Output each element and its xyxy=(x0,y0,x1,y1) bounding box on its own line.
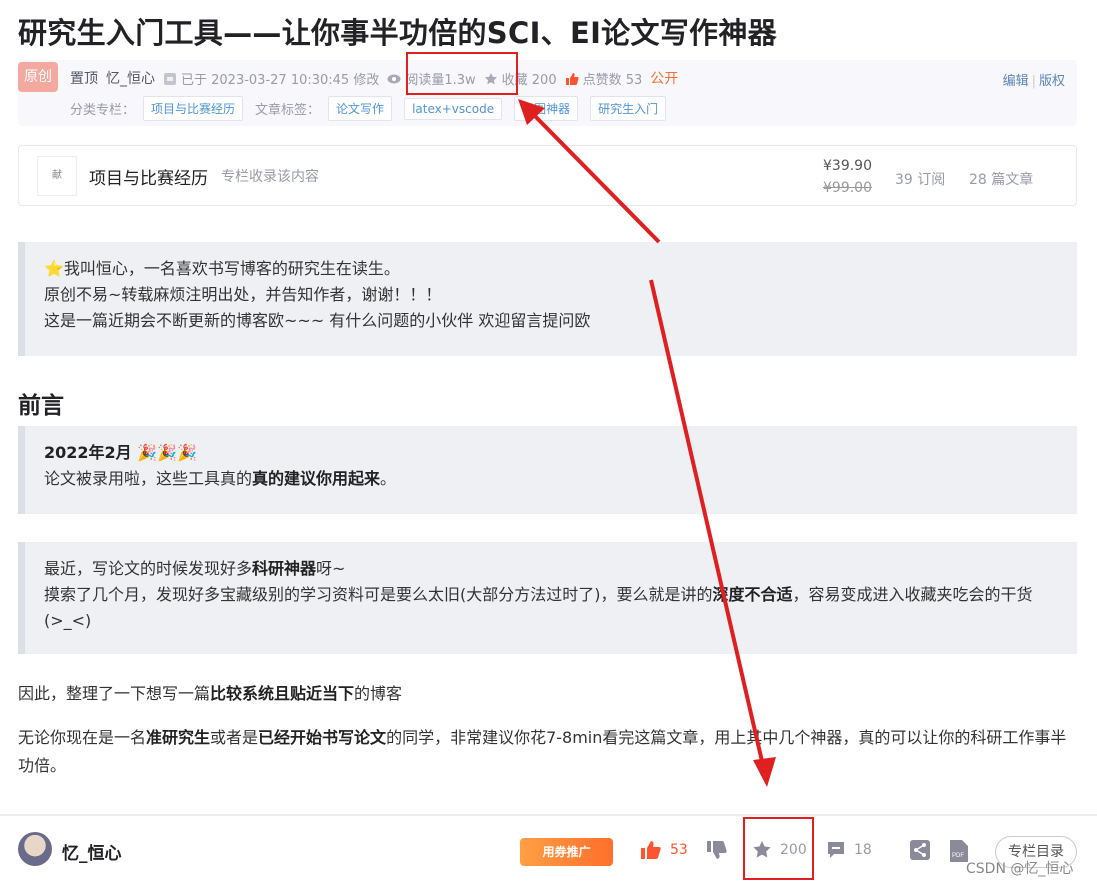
original-badge: 原创 xyxy=(18,62,58,92)
column-article-count: 28 篇文章 xyxy=(969,172,1034,188)
comment-button[interactable]: 18 xyxy=(826,840,872,860)
thumbs-up-icon xyxy=(641,841,661,859)
favorite-highlight xyxy=(743,817,814,880)
toolbar-author[interactable]: 忆_恒心 xyxy=(62,839,122,864)
promo-button[interactable]: 用券推广 xyxy=(520,838,613,866)
preface-heading: 前言 xyxy=(18,393,64,419)
column-subtitle: 专栏收录该内容 xyxy=(221,169,319,185)
like-button[interactable]: 53 xyxy=(640,840,688,860)
meta-tags-row: 分类专栏： 项目与比赛经历 文章标签： 论文写作 latex+vscode 画图… xyxy=(70,96,678,121)
edit-link[interactable]: 编辑 xyxy=(1003,74,1029,89)
accepted-quote: 2022年2月 🎉🎉🎉 论文被录用啦，这些工具真的真的建议你用起来。 xyxy=(18,426,1077,514)
svg-text:PDF: PDF xyxy=(952,853,964,859)
date-line: 2022年2月 🎉🎉🎉 xyxy=(44,443,198,462)
csdn-watermark: CSDN @忆_恒心 xyxy=(966,861,1074,877)
author-link[interactable]: 忆_恒心 xyxy=(106,68,155,88)
column-thumbnail: 献 xyxy=(37,156,77,196)
modified-info: 已于 2023-03-27 10:30:45 修改 xyxy=(163,69,379,88)
intro-line: 原创不易~转载麻烦注明出处，并告知作者，谢谢！！！ xyxy=(44,285,442,304)
recent-line: 最近，写论文的时候发现好多科研神器呀~ xyxy=(44,559,346,578)
tag-item[interactable]: 研究生入门 xyxy=(590,96,667,121)
paragraph-1: 因此，整理了一下想写一篇比较系统且贴近当下的博客 xyxy=(18,684,403,703)
column-old-price: ¥99.00 xyxy=(823,180,872,196)
read-count-highlight xyxy=(406,52,518,95)
article-meta-panel: 原创 置顶 忆_恒心 已于 2023-03-27 10:30:45 修改 阅读量… xyxy=(18,60,1077,126)
intro-line: ⭐我叫恒心，一名喜欢书写博客的研究生在读生。 xyxy=(44,259,400,278)
like-count: 53 xyxy=(670,842,688,858)
comment-icon xyxy=(828,842,844,858)
like-count[interactable]: 点赞数 53 xyxy=(565,69,642,88)
copyright-link[interactable]: 版权 xyxy=(1039,74,1065,89)
dislike-button[interactable] xyxy=(706,840,728,860)
intro-line: 这是一篇近期会不断更新的博客欧~~~ 有什么问题的小伙伴 欢迎留言提问欧 xyxy=(44,311,591,330)
accepted-line: 论文被录用啦，这些工具真的真的建议你用起来。 xyxy=(44,469,397,488)
refresh-icon xyxy=(164,72,176,85)
tag-item[interactable]: 画图神器 xyxy=(514,96,579,121)
thumbs-down-icon xyxy=(707,841,727,859)
column-name[interactable]: 项目与比赛经历 xyxy=(89,164,208,189)
column-price: ¥39.90 xyxy=(823,158,872,174)
column-subscribers: 39 订阅 xyxy=(895,172,946,188)
paragraph-2: 无论你现在是一名准研究生或者是已经开始书写论文的同学，非常建议你花7-8min看… xyxy=(18,728,1067,775)
category-tag[interactable]: 项目与比赛经历 xyxy=(143,96,244,121)
thumbs-up-icon xyxy=(565,72,579,85)
share-icon xyxy=(910,840,930,860)
meta-actions: 编辑 | 版权 xyxy=(1002,74,1065,89)
share-button[interactable] xyxy=(910,840,930,860)
tag-item[interactable]: 论文写作 xyxy=(328,96,393,121)
intro-quote: ⭐我叫恒心，一名喜欢书写博客的研究生在读生。 原创不易~转载麻烦注明出处，并告知… xyxy=(18,242,1077,356)
search-line: 摸索了几个月，发现好多宝藏级别的学习资料可是要么太旧(大部分方法过时了)，要么就… xyxy=(44,585,1033,630)
tag-item[interactable]: latex+vscode xyxy=(404,97,503,120)
eye-icon xyxy=(387,74,401,83)
tags-label: 文章标签： xyxy=(255,103,321,118)
visibility-label: 公开 xyxy=(650,71,679,87)
recent-quote: 最近，写论文的时候发现好多科研神器呀~ 摸索了几个月，发现好多宝藏级别的学习资料… xyxy=(18,542,1077,654)
column-card[interactable]: 献 项目与比赛经历 专栏收录该内容 ¥39.90 ¥99.00 39 订阅 28… xyxy=(18,145,1077,206)
bottom-toolbar: 忆_恒心 用券推广 53 200 18 PDF 专栏目录 CSDN @忆_恒心 xyxy=(0,814,1097,882)
comment-count: 18 xyxy=(854,842,872,858)
category-label: 分类专栏： xyxy=(70,103,136,118)
pinned-label: 置顶 xyxy=(70,71,98,87)
article-title: 研究生入门工具——让你事半功倍的SCI、EI论文写作神器 xyxy=(18,16,777,50)
avatar[interactable] xyxy=(18,832,52,866)
meta-info-row: 置顶 忆_恒心 已于 2023-03-27 10:30:45 修改 阅读量1.3… xyxy=(70,68,686,88)
